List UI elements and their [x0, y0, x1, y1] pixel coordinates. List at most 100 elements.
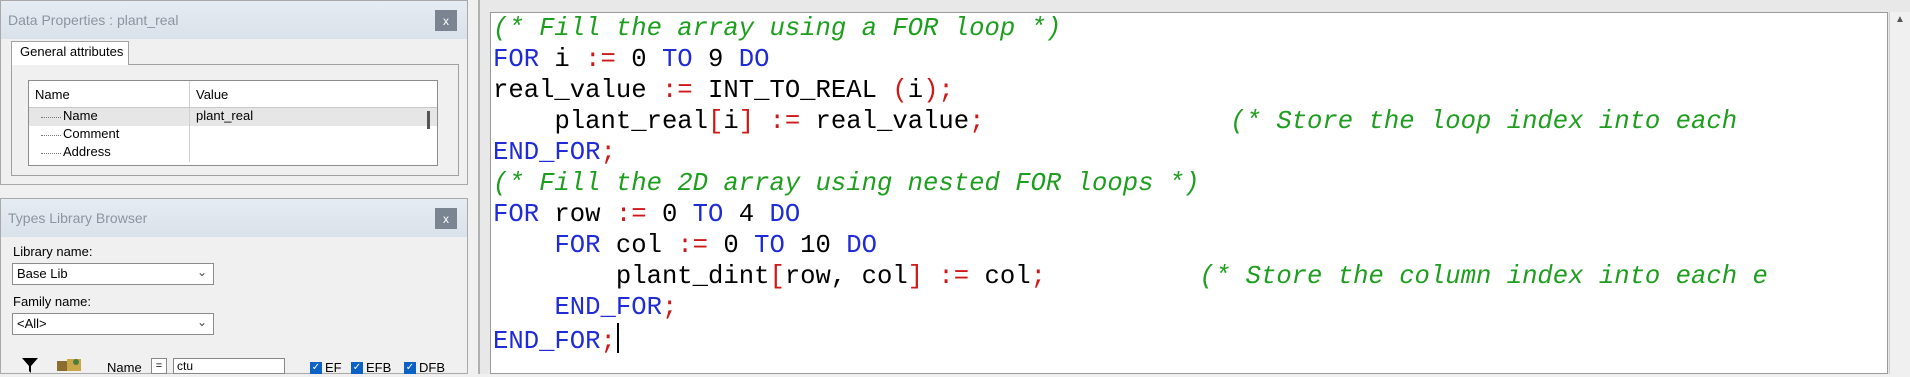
code-operator: := — [615, 200, 647, 229]
code-text: real_value — [800, 107, 970, 136]
grid-scrollbar[interactable] — [424, 107, 434, 165]
row-label: Comment — [29, 126, 190, 144]
row-value[interactable]: plant_real — [190, 108, 253, 126]
code-line[interactable]: END_FOR; — [493, 323, 619, 357]
code-operator: := — [769, 107, 801, 136]
check-icon: ✓ — [351, 361, 363, 374]
grid-row-name[interactable]: Name plant_real — [29, 108, 437, 126]
code-text: i — [723, 107, 739, 136]
code-keyword: DO — [738, 45, 770, 74]
code-text: i — [539, 45, 586, 74]
grid-row-comment[interactable]: Comment — [29, 126, 437, 144]
tab-general-attributes[interactable]: General attributes — [11, 41, 129, 65]
code-text: 0 — [646, 200, 693, 229]
code-line[interactable]: FOR i := 0 TO 9 DO — [493, 44, 769, 75]
code-comment: (* Fill the array using a FOR loop *) — [493, 14, 1062, 43]
types-library-title: Types Library Browser — [8, 210, 148, 226]
code-operator: ] — [907, 262, 924, 291]
code-line[interactable]: (* Fill the array using a FOR loop *) — [493, 13, 1061, 44]
chevron-down-icon: ⌄ — [196, 265, 207, 279]
code-keyword: FOR — [554, 231, 601, 260]
code-line[interactable]: FOR row := 0 TO 4 DO — [493, 199, 800, 230]
name-filter-input[interactable]: ctu — [173, 358, 285, 374]
code-keyword: FOR — [493, 45, 540, 74]
close-icon: x — [443, 13, 449, 28]
code-text: row, col — [784, 262, 908, 291]
code-line[interactable]: FOR col := 0 TO 10 DO — [493, 230, 877, 261]
row-label: Name — [29, 108, 190, 126]
code-line[interactable]: (* Fill the 2D array using nested FOR lo… — [493, 168, 1200, 199]
types-library-titlebar: Types Library Browser x — [1, 199, 467, 237]
grid-header: Name Value — [29, 81, 437, 108]
dfb-label: DFB — [419, 360, 445, 375]
code-keyword: END_FOR — [493, 327, 601, 356]
code-keyword: DO — [846, 231, 877, 260]
code-line[interactable]: plant_real[i] := real_value; (* Store th… — [493, 106, 1737, 137]
code-operator: ; — [1030, 262, 1046, 291]
equals-operator-button[interactable]: = — [151, 358, 167, 374]
check-icon: ✓ — [404, 361, 416, 374]
code-keyword: DO — [769, 200, 801, 229]
code-operator: ( — [892, 76, 908, 105]
code-keyword: END_FOR — [493, 138, 601, 167]
code-operator: := — [677, 231, 709, 260]
library-name-value: Base Lib — [17, 266, 68, 281]
code-line[interactable]: END_FOR; — [493, 137, 616, 168]
editor-scrollbar[interactable]: ▲ — [1889, 12, 1910, 374]
code-keyword: END_FOR — [554, 293, 662, 322]
code-keyword: TO — [661, 45, 693, 74]
close-data-properties-button[interactable]: x — [435, 10, 457, 31]
code-text: 4 — [723, 200, 770, 229]
library-name-select[interactable]: Base Lib ⌄ — [12, 263, 214, 285]
code-operator: [ — [708, 107, 724, 136]
column-header-name[interactable]: Name — [29, 81, 190, 107]
grid-row-address[interactable]: Address — [29, 144, 437, 162]
efb-checkbox[interactable]: ✓ EFB — [351, 360, 391, 375]
row-value[interactable] — [190, 126, 196, 144]
ef-checkbox[interactable]: ✓ EF — [310, 360, 342, 375]
st-code-editor[interactable]: (* Fill the array using a FOR loop *) FOR… — [490, 12, 1888, 374]
close-types-library-button[interactable]: x — [435, 208, 457, 229]
ef-label: EF — [325, 360, 342, 375]
code-keyword: TO — [692, 200, 724, 229]
code-line[interactable]: END_FOR; — [493, 292, 677, 323]
code-text: 0 — [615, 45, 662, 74]
code-keyword: TO — [754, 231, 785, 260]
family-name-label: Family name: — [13, 294, 92, 309]
code-text: plant_dint — [615, 262, 770, 291]
code-operator: ; — [600, 138, 616, 167]
code-text: i — [907, 76, 924, 105]
code-text: row — [539, 200, 616, 229]
code-operator: := — [585, 45, 616, 74]
library-tool-icon — [57, 359, 81, 371]
code-text: 0 — [708, 231, 755, 260]
name-filter-label: Name — [107, 360, 142, 375]
scroll-up-icon[interactable]: ▲ — [1895, 14, 1905, 25]
library-name-label: Library name: — [13, 244, 93, 259]
code-operator: := — [661, 76, 693, 105]
filter-button[interactable] — [20, 356, 46, 374]
family-name-select[interactable]: <All> ⌄ — [12, 313, 214, 335]
text-cursor — [616, 323, 619, 353]
code-comment: (* Fill the 2D array using nested FOR lo… — [493, 169, 1200, 198]
column-header-value[interactable]: Value — [190, 81, 228, 107]
row-value[interactable] — [190, 144, 196, 162]
code-line[interactable]: plant_dint[row, col] := col; (* Store th… — [493, 261, 1768, 292]
code-comment: (* Store the loop index into each — [1230, 107, 1738, 136]
code-keyword: FOR — [493, 200, 540, 229]
dfb-checkbox[interactable]: ✓ DFB — [404, 360, 445, 375]
row-label: Address — [29, 144, 190, 162]
family-name-value: <All> — [17, 316, 47, 331]
check-icon: ✓ — [310, 361, 322, 374]
code-line[interactable]: real_value := INT_TO_REAL (i); — [493, 75, 954, 106]
library-tool-button[interactable] — [54, 356, 88, 374]
scroll-thumb[interactable] — [427, 111, 430, 129]
code-text: plant_real — [554, 107, 709, 136]
code-text: col — [969, 262, 1031, 291]
